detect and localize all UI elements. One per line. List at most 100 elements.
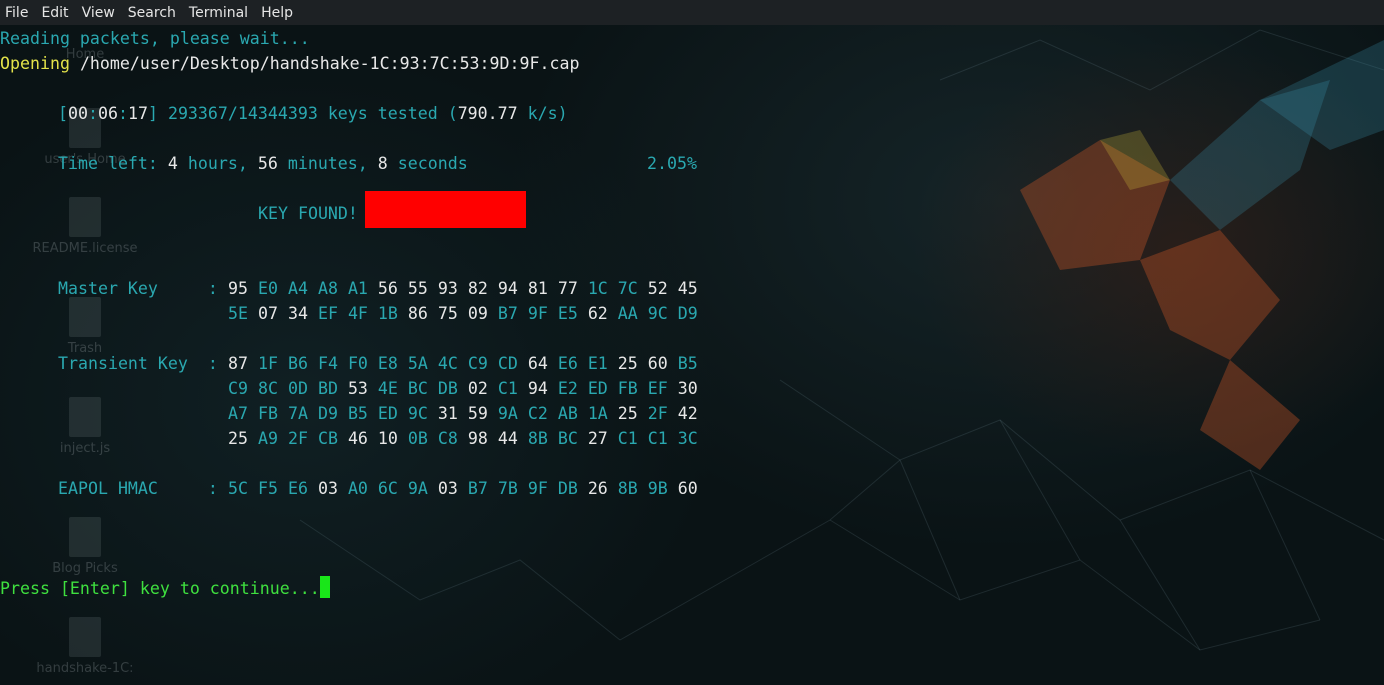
master-key-byte: 07: [257, 304, 278, 323]
transient-key-byte: 27: [587, 429, 608, 448]
eapol-hmac-byte: 9F: [527, 479, 548, 498]
master-key-byte: A4: [287, 279, 308, 298]
master-key-byte: 9F: [527, 304, 548, 323]
transient-key-byte: 9A: [497, 404, 518, 423]
minutes-value: 56: [257, 154, 278, 173]
transient-key-byte: C9: [228, 379, 248, 398]
master-key-byte: 1C: [587, 279, 608, 298]
transient-key-byte: AB: [557, 404, 578, 423]
transient-key-byte: 94: [527, 379, 548, 398]
master-key-byte: 7C: [617, 279, 638, 298]
transient-key-byte: 4C: [437, 354, 458, 373]
continue-prompt-text: Press [Enter] key to continue...: [0, 579, 320, 598]
transient-key-byte: CB: [317, 429, 338, 448]
hours-value: 4: [167, 154, 178, 173]
master-key-byte: AA: [617, 304, 638, 323]
opening-line: Opening /home/user/Desktop/handshake-1C:…: [0, 51, 579, 76]
transient-key-byte: 44: [497, 429, 518, 448]
eapol-hmac-byte: A0: [347, 479, 368, 498]
eapol-hmac-row: 5C F5 E6 03 A0 6C 9A 03 B7 7B 9F DB 26 8…: [228, 476, 698, 501]
transient-key-byte: 2F: [287, 429, 308, 448]
transient-key-label: Transient Key :: [58, 354, 218, 373]
eapol-hmac-byte: B7: [467, 479, 488, 498]
eapol-hmac-byte: 6C: [377, 479, 398, 498]
transient-key-row: 25 A9 2F CB 46 10 0B C8 98 44 8B BC 27 C…: [228, 426, 698, 451]
terminal-menubar: File Edit View Search Terminal Help: [0, 0, 1384, 25]
transient-key-byte: B5: [677, 354, 698, 373]
master-key-row: 5E 07 34 EF 4F 1B 86 75 09 B7 9F E5 62 A…: [228, 301, 698, 326]
transient-key-row: A7 FB 7A D9 B5 ED 9C 31 59 9A C2 AB 1A 2…: [228, 401, 698, 426]
transient-key-byte: BC: [407, 379, 428, 398]
transient-key-byte: 2F: [647, 404, 668, 423]
menu-help[interactable]: Help: [256, 5, 301, 21]
test-rate-unit: k/s): [527, 104, 568, 123]
transient-key-byte: 25: [228, 429, 248, 448]
master-key-byte: 45: [677, 279, 698, 298]
transient-key-byte: 8C: [257, 379, 278, 398]
terminal-output[interactable]: Reading packets, please wait... Opening …: [0, 25, 1384, 685]
transient-key-byte: 1F: [257, 354, 278, 373]
master-key-byte: 4F: [347, 304, 368, 323]
transient-key-byte: 10: [377, 429, 398, 448]
transient-key-byte: 46: [347, 429, 368, 448]
master-key-byte: 75: [437, 304, 458, 323]
menu-file[interactable]: File: [0, 5, 36, 21]
terminal-cursor: [319, 576, 330, 598]
transient-key-byte: 0D: [287, 379, 308, 398]
transient-key-byte: 3C: [677, 429, 698, 448]
master-key-byte: 81: [527, 279, 548, 298]
transient-key-byte: E2: [557, 379, 578, 398]
capture-file-path: /home/user/Desktop/handshake-1C:93:7C:53…: [79, 54, 580, 73]
menu-terminal[interactable]: Terminal: [184, 5, 256, 21]
transient-key-byte: 9C: [407, 404, 428, 423]
transient-key-byte: 59: [467, 404, 488, 423]
master-key-byte: 52: [647, 279, 668, 298]
transient-key-byte: DB: [437, 379, 458, 398]
keys-tested-count: 293367/14344393: [167, 104, 318, 123]
elapsed-hours: 00: [68, 104, 88, 123]
test-rate: 790.77: [457, 104, 518, 123]
transient-key-row: 87 1F B6 F4 F0 E8 5A 4C C9 CD 64 E6 E1 2…: [228, 351, 698, 376]
continue-prompt: Press [Enter] key to continue...: [0, 576, 330, 601]
transient-key-byte: 25: [617, 404, 638, 423]
eapol-hmac-byte: 7B: [497, 479, 518, 498]
transient-key-byte: C1: [617, 429, 638, 448]
transient-key-byte: C1: [497, 379, 518, 398]
minutes-word: minutes,: [287, 154, 368, 173]
transient-key-byte: 53: [347, 379, 368, 398]
transient-key-byte: B5: [347, 404, 368, 423]
transient-key-byte: BD: [317, 379, 338, 398]
time-left-label: Time left:: [58, 154, 158, 173]
bracket-close: ]: [147, 104, 158, 123]
redacted-key-box: [365, 191, 526, 228]
transient-key-byte: FB: [257, 404, 278, 423]
elapsed-seconds: 17: [127, 104, 148, 123]
master-key-byte: 34: [287, 304, 308, 323]
eapol-hmac-byte: DB: [557, 479, 578, 498]
eapol-hmac-byte: 5C: [228, 479, 248, 498]
transient-key-byte: C1: [647, 429, 668, 448]
transient-key-byte: 31: [437, 404, 458, 423]
transient-key-byte: CD: [497, 354, 518, 373]
transient-key-byte: E8: [377, 354, 398, 373]
transient-key-byte: 5A: [407, 354, 428, 373]
master-key-byte: 95: [228, 279, 248, 298]
master-key-byte: 86: [407, 304, 428, 323]
transient-key-byte: BC: [557, 429, 578, 448]
transient-key-byte: 87: [228, 354, 248, 373]
menu-view[interactable]: View: [77, 5, 123, 21]
menu-search[interactable]: Search: [123, 5, 184, 21]
master-key-byte: B7: [497, 304, 518, 323]
menu-edit[interactable]: Edit: [36, 5, 76, 21]
transient-key-byte: ED: [587, 379, 608, 398]
transient-key-byte: 42: [677, 404, 698, 423]
transient-key-byte: 64: [527, 354, 548, 373]
eapol-hmac-label: EAPOL HMAC :: [58, 479, 218, 498]
transient-key-byte: F4: [317, 354, 338, 373]
transient-key-byte: 98: [467, 429, 488, 448]
master-key-byte: 93: [437, 279, 458, 298]
transient-key-byte: E6: [557, 354, 578, 373]
master-key-row: 95 E0 A4 A8 A1 56 55 93 82 94 81 77 1C 7…: [228, 276, 698, 301]
transient-key-byte: 1A: [587, 404, 608, 423]
elapsed-minutes: 06: [97, 104, 118, 123]
